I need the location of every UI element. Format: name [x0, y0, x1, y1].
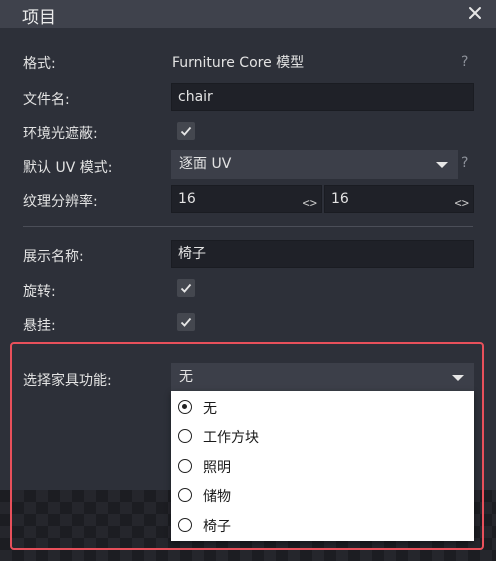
- uv-mode-help-icon[interactable]: ?: [461, 155, 468, 171]
- filename-label: 文件名:: [23, 92, 70, 108]
- checkmark-icon: [180, 317, 192, 327]
- stepper-arrows-icon[interactable]: <>: [455, 190, 469, 216]
- close-icon[interactable]: [464, 2, 486, 24]
- uv-mode-select[interactable]: 逐面 UV: [171, 150, 458, 179]
- texture-resolution-label: 纹理分辨率:: [23, 194, 98, 210]
- option-label: 储物: [203, 489, 231, 505]
- furniture-function-value: 无: [179, 369, 193, 385]
- option-label: 照明: [203, 460, 231, 476]
- radio-selected-icon: [178, 400, 192, 414]
- rotatable-label: 旋转:: [23, 284, 56, 300]
- option-label: 工作方块: [203, 430, 259, 446]
- furniture-function-dropdown: 无 工作方块 照明 储物 椅子: [171, 391, 474, 541]
- project-dialog: 项目 格式: Furniture Core 模型 ? 文件名: chair 环境…: [0, 0, 496, 561]
- format-label: 格式:: [23, 56, 56, 72]
- chevron-down-icon: [452, 375, 464, 381]
- texture-height-value: 16: [331, 191, 349, 207]
- dropdown-option-none[interactable]: 无: [171, 393, 474, 423]
- dropdown-option-chair[interactable]: 椅子: [171, 511, 474, 541]
- dropdown-option-storage[interactable]: 储物: [171, 481, 474, 511]
- radio-icon: [178, 429, 192, 443]
- dialog-title: 项目: [22, 8, 56, 28]
- texture-height-input[interactable]: 16 <>: [324, 185, 474, 213]
- uv-mode-label: 默认 UV 模式:: [23, 160, 113, 176]
- display-name-input[interactable]: 椅子: [171, 240, 474, 268]
- filename-input[interactable]: chair: [171, 83, 474, 111]
- radio-icon: [178, 459, 192, 473]
- stepper-arrows-icon[interactable]: <>: [303, 190, 317, 216]
- checkmark-icon: [180, 283, 192, 293]
- format-value: Furniture Core 模型: [172, 55, 305, 71]
- furniture-function-select[interactable]: 无: [171, 363, 474, 392]
- checkmark-icon: [180, 126, 192, 136]
- hangable-checkbox[interactable]: [177, 313, 195, 331]
- furniture-function-label: 选择家具功能:: [23, 373, 112, 389]
- dropdown-option-workstation[interactable]: 工作方块: [171, 422, 474, 452]
- hangable-label: 悬挂:: [23, 318, 56, 334]
- ambient-occlusion-checkbox[interactable]: [177, 122, 195, 140]
- dropdown-option-lighting[interactable]: 照明: [171, 452, 474, 482]
- uv-mode-value: 逐面 UV: [179, 156, 232, 172]
- option-label: 无: [203, 401, 217, 417]
- chevron-down-icon: [436, 162, 448, 168]
- ambient-occlusion-label: 环境光遮蔽:: [23, 126, 98, 142]
- texture-width-input[interactable]: 16 <>: [171, 185, 322, 213]
- dialog-titlebar: 项目: [0, 0, 496, 28]
- rotatable-checkbox[interactable]: [177, 279, 195, 297]
- texture-width-value: 16: [178, 191, 196, 207]
- display-name-label: 展示名称:: [23, 249, 84, 265]
- radio-icon: [178, 518, 192, 532]
- radio-icon: [178, 488, 192, 502]
- format-help-icon[interactable]: ?: [461, 54, 468, 70]
- option-label: 椅子: [203, 519, 231, 535]
- section-divider: [23, 226, 473, 227]
